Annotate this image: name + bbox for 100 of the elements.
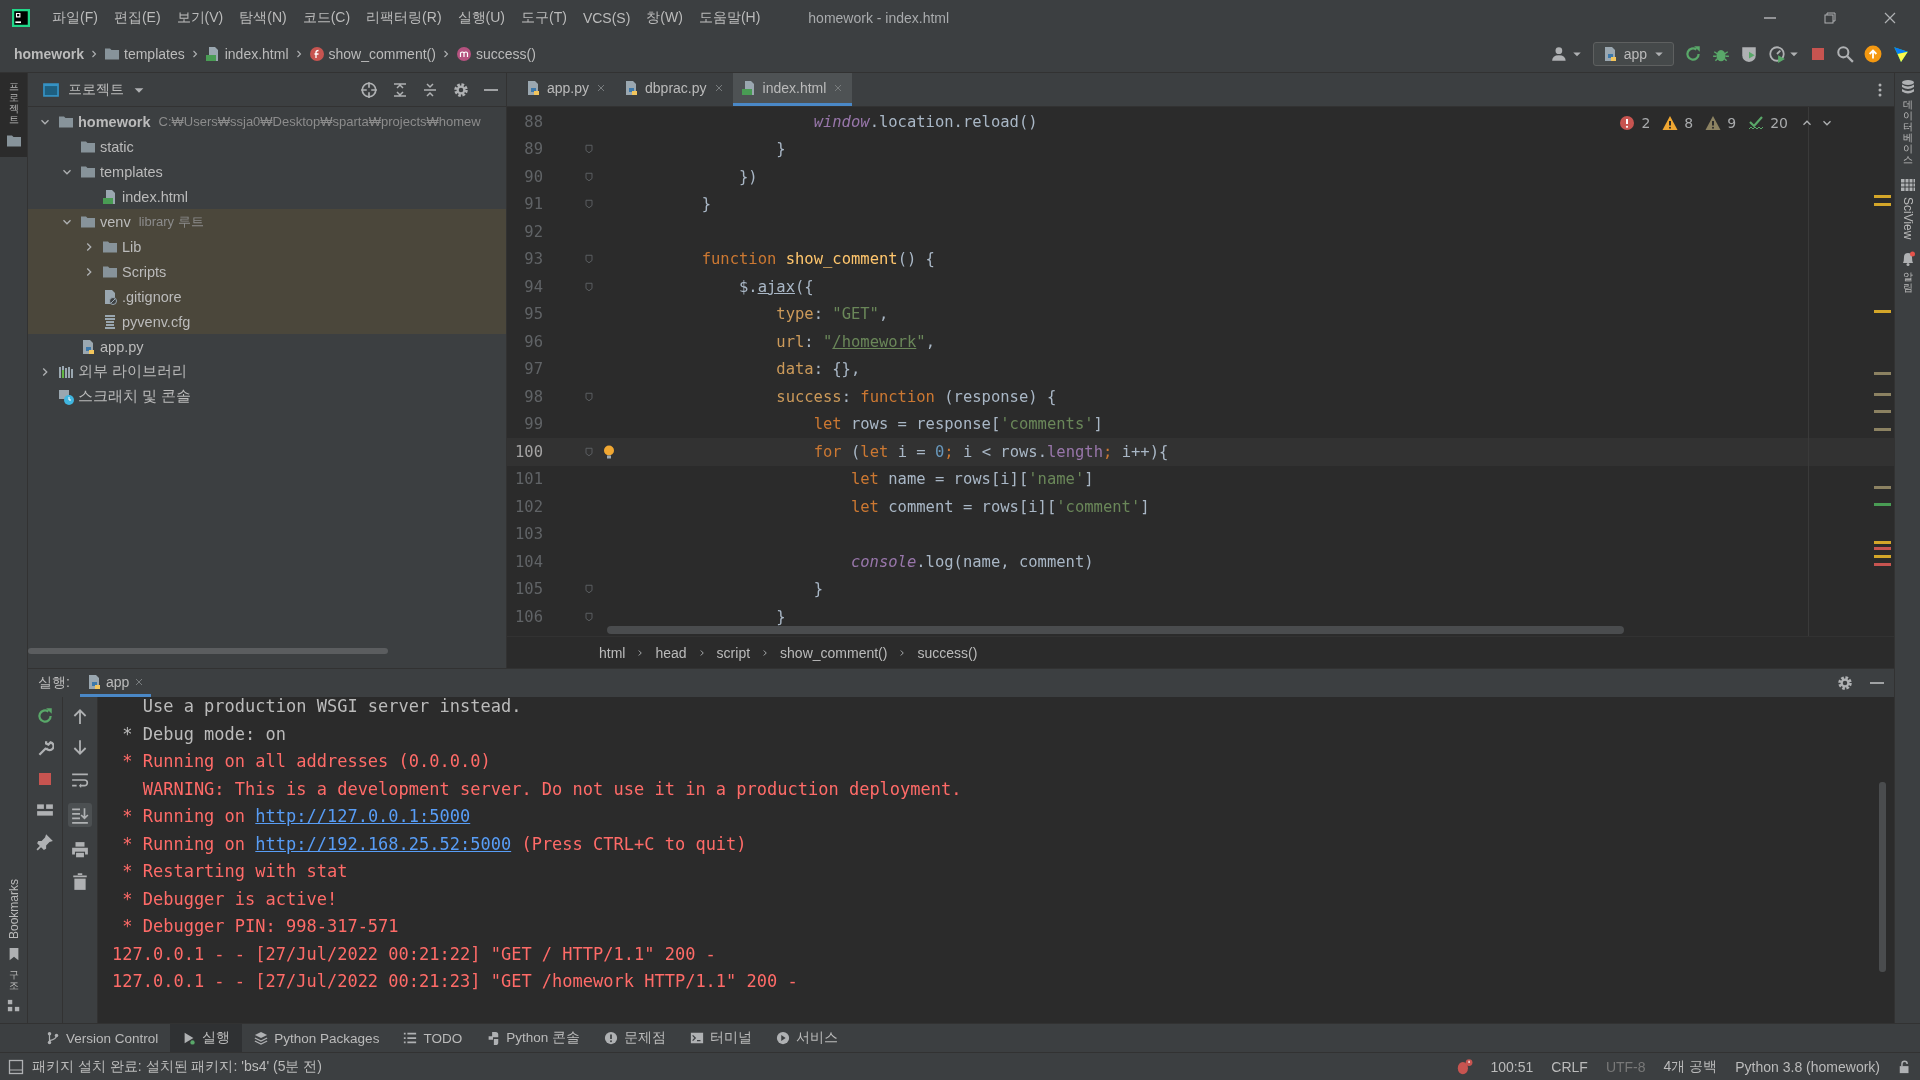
layout-icon[interactable] [36, 801, 54, 819]
menu-item[interactable]: 도구(T) [513, 9, 575, 27]
menu-item[interactable]: 편집(E) [105, 9, 169, 27]
line-number: 98 [523, 387, 543, 406]
rerun-icon[interactable] [36, 707, 54, 725]
breadcrumb[interactable]: success() [475, 46, 536, 62]
function-icon [308, 46, 325, 62]
search-icon[interactable] [1836, 45, 1854, 63]
grid-icon[interactable] [1899, 177, 1916, 193]
tree-item[interactable]: pyvenv.cfg [122, 313, 191, 330]
editor-tab[interactable]: app.py [517, 73, 616, 106]
pin-icon[interactable] [36, 833, 54, 851]
warning-icon[interactable] [1662, 115, 1679, 131]
editor-tab[interactable]: dbprac.py [615, 73, 733, 106]
menu-item[interactable]: 코드(C) [294, 9, 359, 27]
stop-icon[interactable] [1810, 46, 1826, 62]
tree-item[interactable]: index.html [122, 188, 189, 205]
breadcrumb[interactable]: index.html [224, 46, 289, 62]
tree-item[interactable]: Lib [122, 238, 142, 255]
tree-item[interactable]: homework [78, 113, 151, 130]
check-icon[interactable] [1748, 115, 1765, 131]
tool-window-tab[interactable]: 서비스 [763, 1024, 850, 1052]
menu-item[interactable]: 보기(V) [168, 9, 232, 27]
menu-item[interactable]: 실행(U) [449, 9, 513, 27]
minimize-icon[interactable] [484, 88, 498, 91]
status-message[interactable]: 패키지 설치 완료: 설치된 패키지: 'bs4' (5분 전) [32, 1057, 323, 1076]
tool-window-tab[interactable]: Python Packages [242, 1024, 392, 1052]
breadcrumb[interactable]: show_comment() [780, 644, 888, 661]
breadcrumb[interactable]: show_comment() [328, 46, 436, 62]
menu-item[interactable]: 탐색(N) [231, 9, 295, 27]
breadcrumb[interactable]: script [716, 644, 751, 661]
locate-icon[interactable] [360, 80, 378, 99]
tree-item[interactable]: templates [100, 163, 163, 180]
tool-window-button[interactable]: SciView [1900, 197, 1915, 240]
scrollbar-thumb[interactable] [28, 648, 388, 654]
structure-tool-button[interactable]: 구조 [8, 969, 19, 991]
panel-toggle-icon[interactable] [8, 1058, 24, 1075]
panel-title[interactable]: 프로젝트 [68, 80, 124, 99]
project-tool-button[interactable]: 프로젝트 [0, 73, 27, 157]
breadcrumb[interactable]: success() [917, 644, 978, 661]
cursor-position[interactable]: 100:51 [1490, 1058, 1534, 1075]
bookmarks-tool-button[interactable]: Bookmarks [6, 878, 21, 939]
tool-window-tab[interactable]: 실행 [170, 1024, 243, 1052]
scrollbar-thumb[interactable] [607, 626, 1624, 634]
breadcrumb[interactable]: homework [14, 46, 84, 62]
soft-wrap-icon[interactable] [71, 771, 89, 789]
settings-icon[interactable] [1836, 674, 1854, 692]
scrollbar-thumb[interactable] [1879, 782, 1886, 972]
expand-all-icon[interactable] [392, 81, 408, 98]
tool-window-tab[interactable]: Version Control [34, 1024, 171, 1052]
trash-icon[interactable] [71, 873, 89, 891]
breadcrumb[interactable]: head [655, 644, 687, 661]
indent-setting[interactable]: 4개 공백 [1663, 1057, 1718, 1076]
breadcrumb[interactable]: html [599, 644, 626, 661]
scroll-to-end-icon[interactable] [71, 806, 89, 824]
tool-window-button[interactable]: 데이터베이스 [1902, 99, 1913, 165]
rerun-icon[interactable] [1684, 45, 1702, 63]
tool-window-button[interactable]: 알림 [1902, 271, 1913, 294]
menu-item[interactable]: 도움말(H) [690, 9, 769, 27]
tool-window-tab[interactable]: 문제점 [591, 1024, 678, 1052]
tool-window-tab[interactable]: TODO [391, 1024, 475, 1052]
gauge-icon[interactable] [1768, 45, 1786, 63]
tree-item[interactable]: static [100, 138, 134, 155]
structure-icon[interactable] [6, 999, 21, 1013]
menu-item[interactable]: VCS(S) [574, 10, 639, 26]
tool-window-tab[interactable]: Python 콘솔 [474, 1024, 592, 1052]
wrench-icon[interactable] [36, 739, 54, 757]
breadcrumb[interactable]: templates [124, 46, 185, 62]
weak-warning-icon[interactable] [1705, 115, 1722, 131]
stop-icon[interactable] [37, 771, 53, 787]
lock-icon[interactable] [1898, 1059, 1912, 1074]
user-icon[interactable] [1550, 45, 1569, 63]
line-separator[interactable]: CRLF [1551, 1058, 1588, 1075]
lightbulb-icon[interactable] [601, 443, 617, 460]
arrow-up-icon[interactable] [71, 707, 89, 725]
console-link[interactable]: http://192.168.25.52:5000 [255, 833, 512, 854]
tree-item[interactable]: 스크래치 및 콘솔 [78, 387, 192, 406]
tree-item[interactable]: app.py [100, 338, 144, 355]
tool-window-tab[interactable]: 터미널 [677, 1024, 764, 1052]
plugin-logo-icon[interactable] [1892, 45, 1910, 63]
console-link[interactable]: http://127.0.0.1:5000 [255, 806, 471, 826]
print-icon[interactable] [71, 841, 89, 859]
update-icon[interactable] [1864, 45, 1882, 63]
arrow-down-icon[interactable] [71, 739, 89, 757]
tree-item[interactable]: venv [100, 213, 131, 230]
interpreter[interactable]: Python 3.8 (homework) [1735, 1058, 1880, 1075]
tree-item[interactable]: Scripts [122, 263, 167, 280]
tree-item[interactable]: 외부 라이브러리 [78, 362, 188, 381]
database-icon[interactable] [1899, 79, 1916, 95]
run-config-dropdown[interactable]: app [1592, 42, 1674, 66]
menu-item[interactable]: 파일(F) [44, 9, 106, 27]
menu-item[interactable]: 창(W) [638, 9, 691, 27]
settings-icon[interactable] [452, 80, 470, 99]
editor-tab[interactable]: index.html [732, 73, 853, 106]
collapse-all-icon[interactable] [422, 81, 438, 98]
shield-run-icon[interactable] [1740, 45, 1758, 63]
tree-item[interactable]: .gitignore [122, 288, 182, 305]
error-icon[interactable] [1619, 115, 1636, 131]
menu-item[interactable]: 리팩터링(R) [358, 9, 450, 27]
folder-icon [104, 46, 120, 62]
